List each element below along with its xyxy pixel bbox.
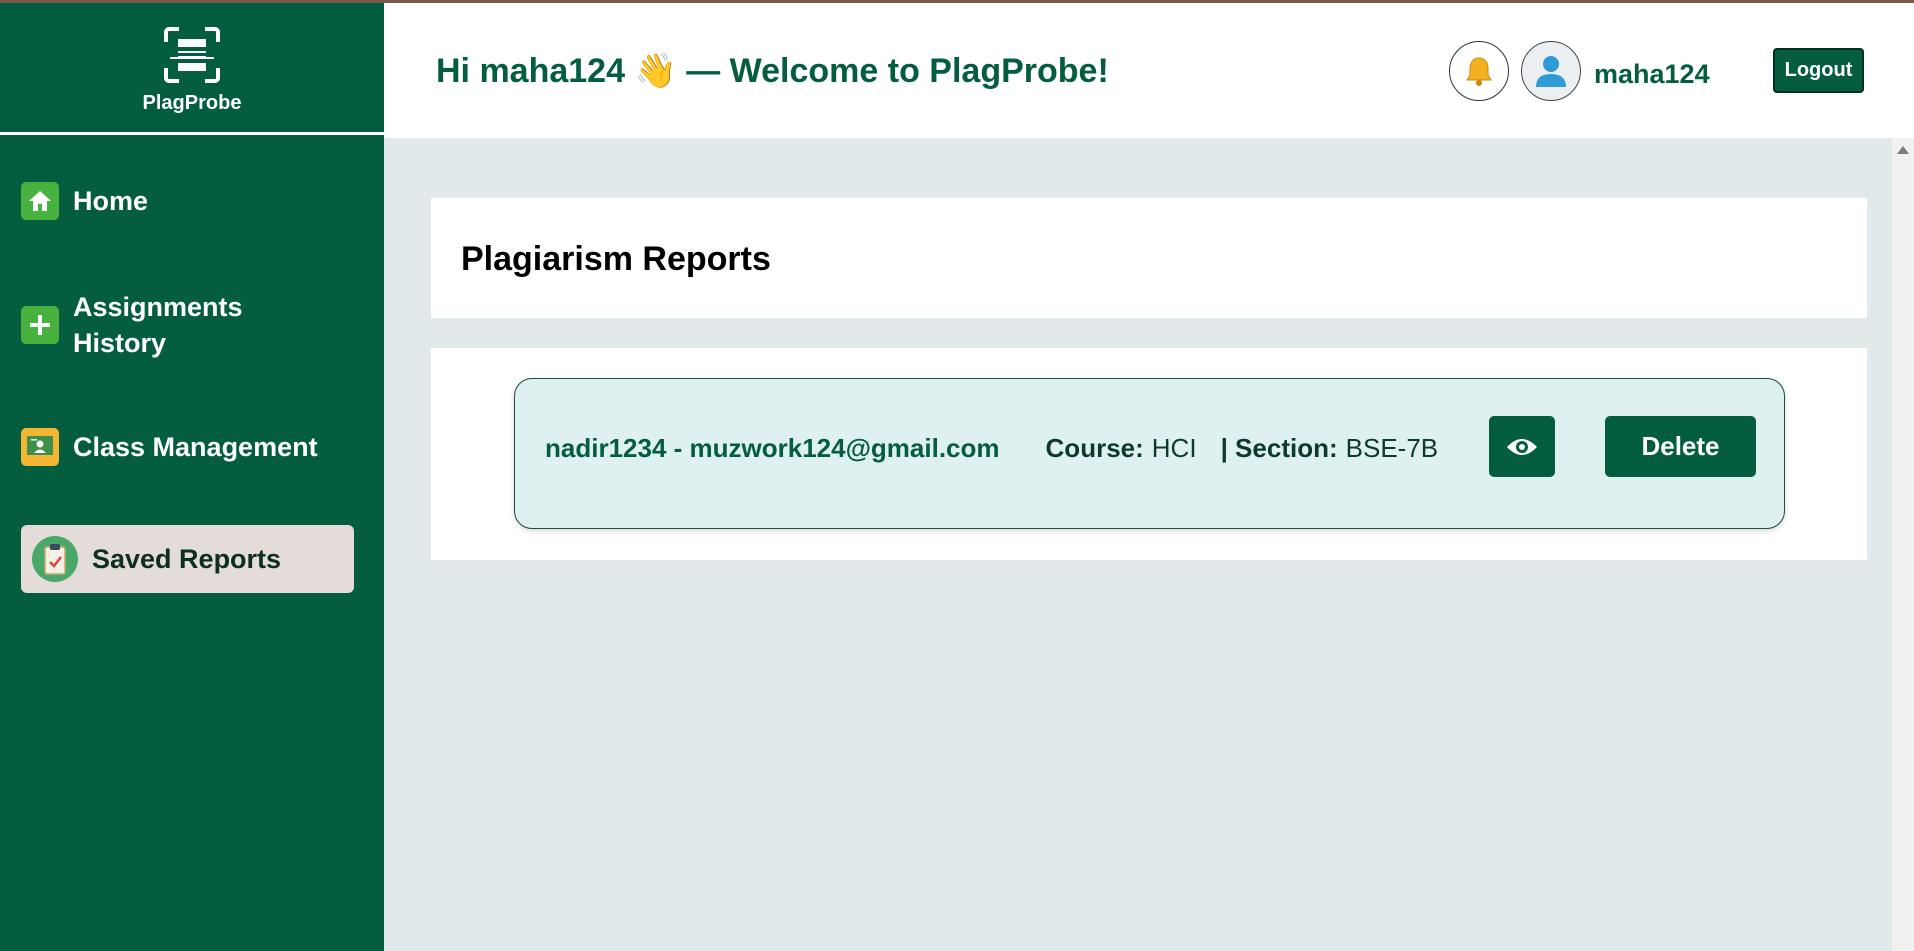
view-report-button[interactable] — [1489, 416, 1555, 477]
scanner-logo-icon — [164, 27, 220, 83]
home-icon — [21, 182, 59, 220]
report-section: | Section: BSE-7B — [1221, 433, 1439, 464]
header-username: maha124 — [1594, 59, 1710, 89]
notifications-button[interactable] — [1449, 41, 1509, 101]
user-icon — [1536, 56, 1566, 87]
vertical-scrollbar[interactable] — [1892, 138, 1914, 951]
sidebar-item-label: Saved Reports — [92, 544, 282, 574]
sidebar-item-label: Class Management — [73, 432, 318, 462]
report-course: Course: HCI — [1046, 433, 1197, 464]
bell-icon — [1466, 57, 1492, 86]
report-user: nadir1234 - muzwork124@gmail.com — [545, 433, 1000, 463]
section-value: BSE-7B — [1345, 433, 1439, 463]
classroom-icon — [21, 428, 59, 466]
report-list-item: nadir1234 - muzwork124@gmail.com Course:… — [514, 378, 1785, 529]
sidebar-item-label: Assignments History — [73, 292, 243, 358]
reports-list: nadir1234 - muzwork124@gmail.com Course:… — [431, 348, 1867, 560]
plus-icon — [21, 306, 59, 344]
window-top-strip — [0, 0, 1914, 3]
sidebar-item-home[interactable]: Home — [21, 182, 354, 220]
avatar[interactable] — [1521, 41, 1581, 101]
sidebar: PlagProbe Home Assignments History Class… — [0, 3, 384, 951]
app-logo: PlagProbe — [0, 3, 384, 135]
course-label: Course: — [1045, 433, 1144, 463]
page-title-card: Plagiarism Reports — [431, 198, 1867, 318]
logout-button[interactable]: Logout — [1773, 48, 1864, 93]
top-header: Hi maha124 👋 — Welcome to PlagProbe! mah… — [384, 3, 1914, 138]
clipboard-check-icon — [32, 536, 78, 582]
sidebar-item-saved-reports[interactable]: Saved Reports — [21, 525, 354, 593]
course-value: HCI — [1151, 433, 1197, 463]
app-name: PlagProbe — [142, 92, 242, 114]
sidebar-item-class-management[interactable]: Class Management — [21, 428, 354, 466]
report-details: nadir1234 - muzwork124@gmail.com Course:… — [545, 433, 1438, 464]
welcome-greeting: Hi maha124 👋 — Welcome to PlagProbe! — [436, 52, 1109, 90]
sidebar-item-assignments-history[interactable]: Assignments History — [21, 289, 354, 361]
eye-icon — [1507, 438, 1537, 455]
section-label: | Section: — [1220, 433, 1338, 463]
sidebar-item-label: Home — [73, 186, 149, 216]
delete-report-button[interactable]: Delete — [1605, 416, 1756, 477]
page-title: Plagiarism Reports — [461, 240, 771, 278]
scroll-up-arrow-icon[interactable] — [1897, 146, 1909, 154]
